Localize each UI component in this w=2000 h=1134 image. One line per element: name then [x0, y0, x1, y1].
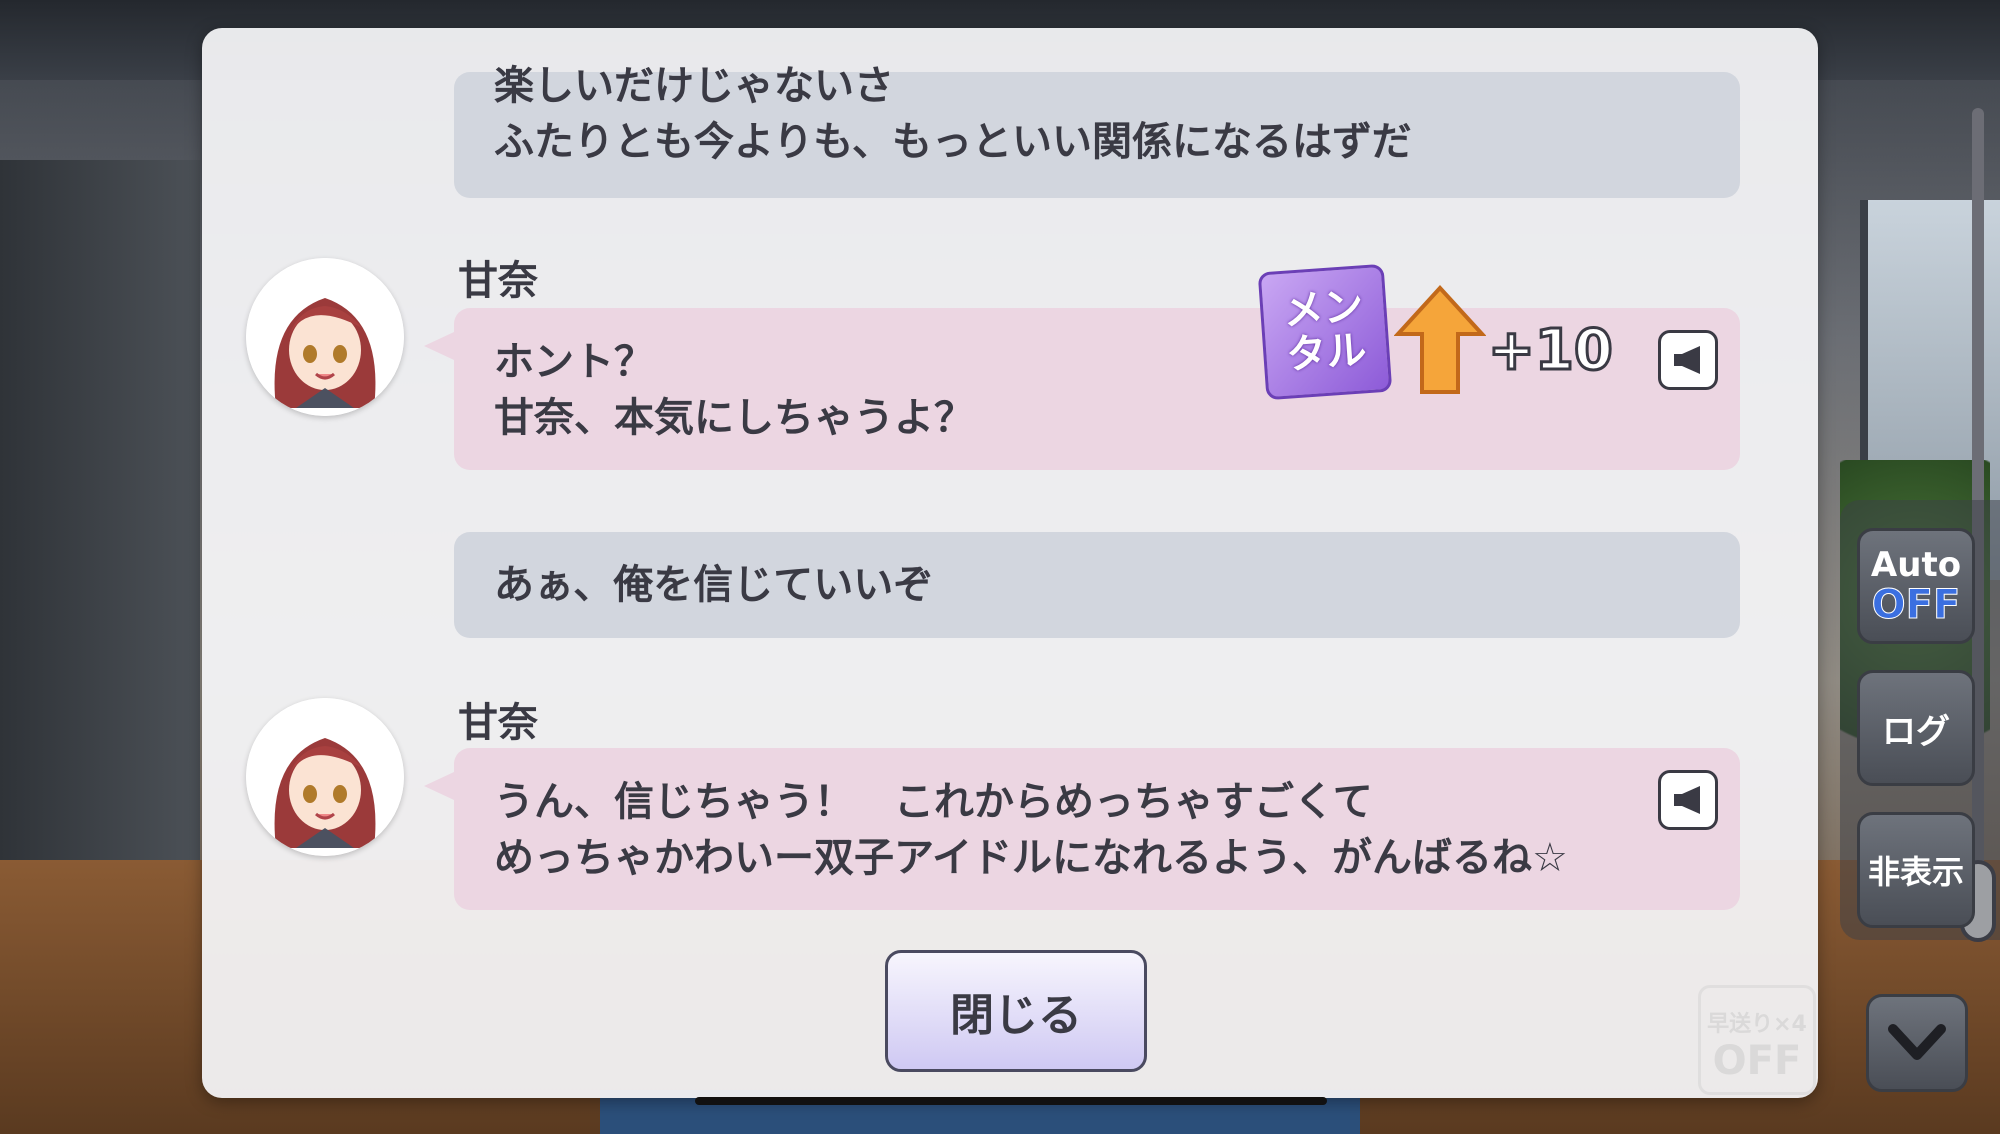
- log-button[interactable]: ログ: [1857, 670, 1975, 786]
- auto-toggle-button[interactable]: Auto OFF: [1857, 528, 1975, 644]
- voice-play-button[interactable]: [1658, 330, 1718, 390]
- dialogue-line: ふたりとも今よりも、もっといい関係になるはずだ: [494, 119, 1412, 165]
- dialogue-line: 楽しいだけじゃないさ: [494, 63, 894, 109]
- auto-state: OFF: [1871, 582, 1961, 628]
- home-indicator: [695, 1097, 1327, 1105]
- dialogue-line: めっちゃかわいー双子アイドルになれるよう、がんばるね☆: [494, 835, 1568, 881]
- background-wall: [0, 160, 200, 880]
- speaker-name: 甘奈: [458, 258, 538, 304]
- amana-face-icon: [246, 258, 404, 416]
- stat-label: タル: [1284, 327, 1368, 379]
- dialogue-log-panel: 楽しいだけじゃないさ ふたりとも今よりも、もっといい関係になるはずだ 甘奈 ホン…: [202, 28, 1996, 1098]
- speaker-icon: [1674, 786, 1700, 814]
- hide-label: 非表示: [1867, 853, 1964, 891]
- dialogue-line: うん、信じちゃう！ これからめっちゃすごくて: [494, 779, 1373, 825]
- chevron-down-button[interactable]: [1866, 994, 1968, 1092]
- dialogue-bubble-narrator: 楽しいだけじゃないさ ふたりとも今よりも、もっといい関係になるはずだ: [454, 63, 1740, 198]
- auto-label: Auto: [1870, 545, 1962, 585]
- amana-face-icon: [246, 698, 404, 856]
- stat-value: +10: [1487, 317, 1615, 385]
- voice-play-button[interactable]: [1658, 770, 1718, 830]
- dialogue-bubble-amana: うん、信じちゃう！ これからめっちゃすごくて めっちゃかわいー双子アイドルになれ…: [424, 748, 1740, 910]
- log-label: ログ: [1882, 711, 1950, 752]
- fast-forward-state: OFF: [1712, 1038, 1802, 1084]
- close-button[interactable]: 閉じる: [885, 950, 1147, 1072]
- dialogue-bubble-narrator: あぁ、俺を信じていいぞ: [454, 532, 1740, 638]
- chevron-down-icon: [1888, 1024, 1946, 1060]
- fast-forward-label: 早送り×4: [1707, 1012, 1807, 1037]
- speaker-name: 甘奈: [458, 700, 538, 746]
- arrow-up-icon: [1394, 285, 1486, 394]
- avatar-amana: [246, 698, 404, 856]
- dialogue-line: 甘奈、本気にしちゃうよ？: [494, 395, 974, 441]
- mental-stat-badge: メン タル: [1257, 263, 1393, 401]
- dialogue-line: あぁ、俺を信じていいぞ: [494, 562, 934, 608]
- avatar-amana: [246, 258, 404, 416]
- speaker-icon: [1674, 346, 1700, 374]
- close-button-label: 閉じる: [950, 990, 1082, 1041]
- hide-ui-button[interactable]: 非表示: [1857, 812, 1975, 928]
- fast-forward-button[interactable]: 早送り×4 OFF: [1698, 985, 1816, 1095]
